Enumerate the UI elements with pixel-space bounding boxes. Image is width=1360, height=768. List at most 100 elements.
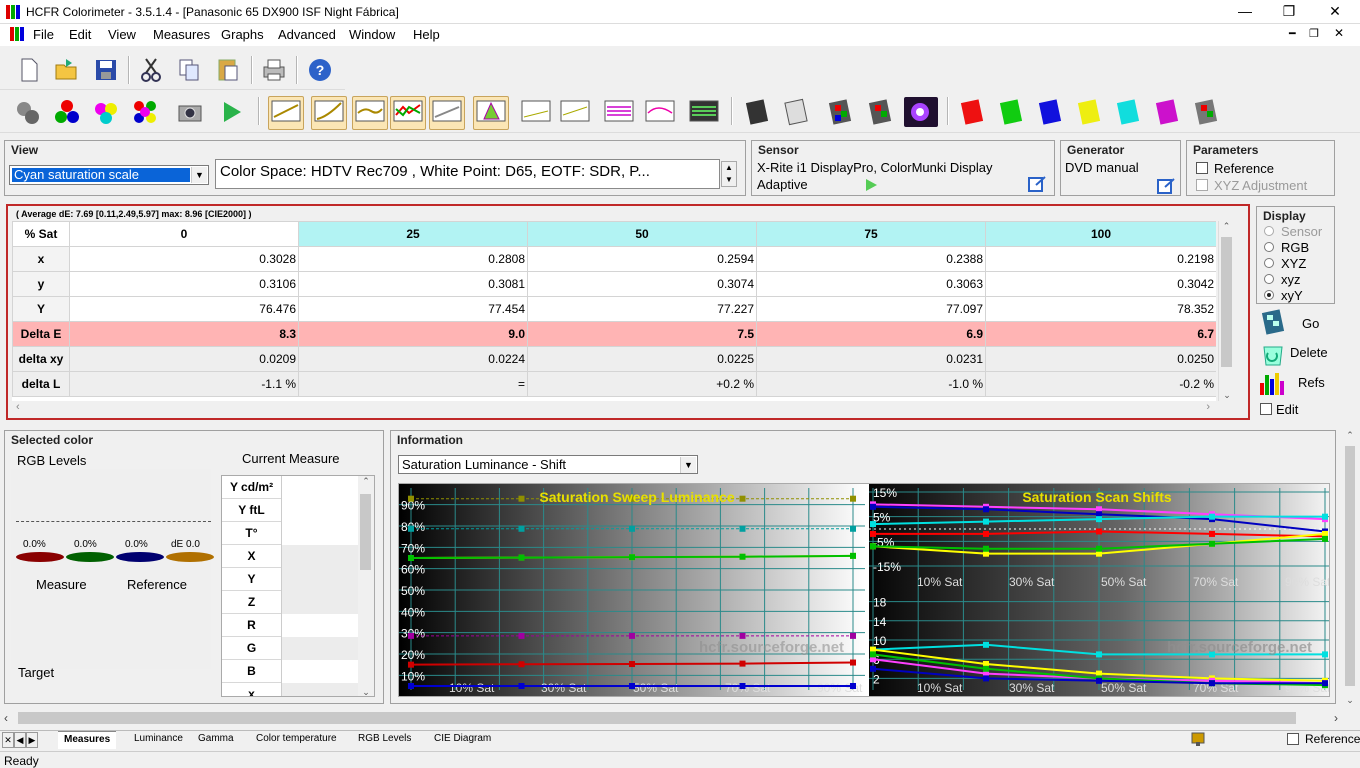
grid-cell[interactable]: 0.3042: [985, 271, 1216, 297]
help-icon[interactable]: ?: [305, 55, 335, 85]
grid-cell[interactable]: -1.1 %: [69, 371, 299, 397]
menu-window[interactable]: Window: [349, 27, 395, 42]
mdi-close-icon[interactable]: ✕: [1334, 26, 1344, 40]
display-radio-xyz-upper[interactable]: [1264, 258, 1274, 268]
sparkle-icon[interactable]: [904, 97, 938, 127]
grid-cell[interactable]: 0.0224: [298, 346, 528, 372]
grid-cell[interactable]: 0.2388: [756, 246, 986, 272]
film-rgb-icon[interactable]: [825, 97, 859, 127]
grid-cell[interactable]: 78.352: [985, 296, 1216, 322]
xyz-adjustment-checkbox[interactable]: [1196, 179, 1208, 191]
display-radio-rgb[interactable]: [1264, 242, 1274, 252]
play-icon[interactable]: [217, 97, 247, 127]
grid-cell[interactable]: 7.5: [527, 321, 757, 347]
row-header[interactable]: x: [12, 246, 70, 272]
monitor-graph-10-icon[interactable]: [687, 97, 723, 127]
grid-cell[interactable]: 77.097: [756, 296, 986, 322]
minimize-icon[interactable]: —: [1222, 0, 1268, 24]
new-icon[interactable]: [14, 55, 44, 85]
probe-icon[interactable]: [14, 97, 44, 127]
main-horizontal-scrollbar[interactable]: ‹ ›: [0, 709, 1360, 727]
monitor-graph-3-icon[interactable]: [352, 96, 388, 130]
grid-cell[interactable]: 77.227: [527, 296, 757, 322]
grid-vertical-scrollbar[interactable]: ⌃ ⌄: [1218, 221, 1234, 401]
row-header[interactable]: y: [12, 271, 70, 297]
chevron-down-icon[interactable]: ▼: [680, 457, 696, 473]
col-header-75[interactable]: 75: [756, 221, 986, 247]
monitor-graph-7-icon[interactable]: [558, 97, 594, 127]
film-magenta-icon[interactable]: [1152, 97, 1186, 127]
generator-config-icon[interactable]: [1157, 177, 1175, 198]
paste-icon[interactable]: [213, 55, 243, 85]
col-header-0[interactable]: 0: [69, 221, 299, 247]
film-green-icon[interactable]: [996, 97, 1030, 127]
maximize-icon[interactable]: ❐: [1266, 0, 1312, 24]
grid-cell[interactable]: 8.3: [69, 321, 299, 347]
doc-icon[interactable]: [10, 27, 24, 41]
tab-measures[interactable]: Measures: [58, 731, 117, 749]
refs-button[interactable]: Refs: [1256, 369, 1336, 397]
col-header-25[interactable]: 25: [298, 221, 528, 247]
grid-cell[interactable]: 0.3106: [69, 271, 299, 297]
row-header[interactable]: delta L: [12, 371, 70, 397]
display-radio-sensor[interactable]: [1264, 226, 1274, 236]
cie-diagram-icon[interactable]: [473, 96, 509, 130]
monitor-graph-4-icon[interactable]: [390, 96, 426, 130]
close-icon[interactable]: ✕: [1312, 0, 1358, 24]
print-icon[interactable]: [259, 55, 289, 85]
sensor-config-icon[interactable]: [1028, 175, 1046, 196]
menu-measures[interactable]: Measures: [153, 27, 210, 42]
grid-cell[interactable]: 9.0: [298, 321, 528, 347]
film-rgb-2-icon[interactable]: [865, 97, 899, 127]
monitor-graph-1-icon[interactable]: [268, 96, 304, 130]
delete-button[interactable]: Delete: [1256, 339, 1336, 367]
chevron-down-icon[interactable]: ▼: [191, 167, 207, 183]
grid-cell[interactable]: 0.3074: [527, 271, 757, 297]
film-dark-icon[interactable]: [742, 97, 776, 127]
information-graph-select[interactable]: Saturation Luminance - Shift ▼: [398, 455, 698, 474]
grid-cell[interactable]: 0.0225: [527, 346, 757, 372]
edit-toggle[interactable]: Edit: [1256, 400, 1336, 420]
display-radio-xyz-lower[interactable]: [1264, 274, 1274, 284]
grid-cell[interactable]: =: [298, 371, 528, 397]
grid-cell[interactable]: -1.0 %: [756, 371, 986, 397]
menu-advanced[interactable]: Advanced: [278, 27, 336, 42]
info-vertical-scrollbar[interactable]: ⌃ ⌄: [1342, 430, 1358, 706]
go-button[interactable]: Go: [1256, 309, 1336, 337]
film-light-icon[interactable]: [781, 97, 815, 127]
grid-cell[interactable]: 0.3028: [69, 246, 299, 272]
color-balls-icon[interactable]: [91, 97, 121, 127]
monitor-graph-2-icon[interactable]: [311, 96, 347, 130]
grid-cell[interactable]: 6.9: [756, 321, 986, 347]
mdi-minimize-icon[interactable]: ━: [1289, 27, 1296, 40]
tab-prev-icon[interactable]: ◀: [14, 732, 26, 748]
grid-cell[interactable]: 6.7: [985, 321, 1216, 347]
paint-icon[interactable]: [1190, 731, 1206, 750]
tab-gamma[interactable]: Gamma: [192, 731, 240, 749]
view-select[interactable]: Cyan saturation scale ▼: [9, 165, 209, 185]
row-header[interactable]: delta xy: [12, 346, 70, 372]
current-measure-scrollbar[interactable]: ⌃ ⌄: [358, 476, 374, 696]
display-radio-xyy[interactable]: [1264, 290, 1274, 300]
menu-graphs[interactable]: Graphs: [221, 27, 264, 42]
grid-cell[interactable]: 0.0209: [69, 346, 299, 372]
grid-cell[interactable]: 0.2594: [527, 246, 757, 272]
grid-cell[interactable]: -0.2 %: [985, 371, 1216, 397]
grid-cell[interactable]: 76.476: [69, 296, 299, 322]
menu-edit[interactable]: Edit: [69, 27, 91, 42]
grid-cell[interactable]: 0.3081: [298, 271, 528, 297]
film-blue-icon[interactable]: [1035, 97, 1069, 127]
tab-rgb-levels[interactable]: RGB Levels: [352, 731, 417, 749]
open-folder-icon[interactable]: [52, 55, 82, 85]
monitor-graph-8-icon[interactable]: [602, 97, 638, 127]
grid-cell[interactable]: +0.2 %: [527, 371, 757, 397]
monitor-graph-9-icon[interactable]: [643, 97, 679, 127]
reference-checkbox[interactable]: [1196, 162, 1208, 174]
film-cyan-icon[interactable]: [1113, 97, 1147, 127]
grid-cell[interactable]: 0.2808: [298, 246, 528, 272]
sensor-play-icon[interactable]: [864, 178, 878, 195]
tab-next-icon[interactable]: ▶: [26, 732, 38, 748]
menu-view[interactable]: View: [108, 27, 136, 42]
menu-help[interactable]: Help: [413, 27, 440, 42]
camera-icon[interactable]: [175, 97, 205, 127]
